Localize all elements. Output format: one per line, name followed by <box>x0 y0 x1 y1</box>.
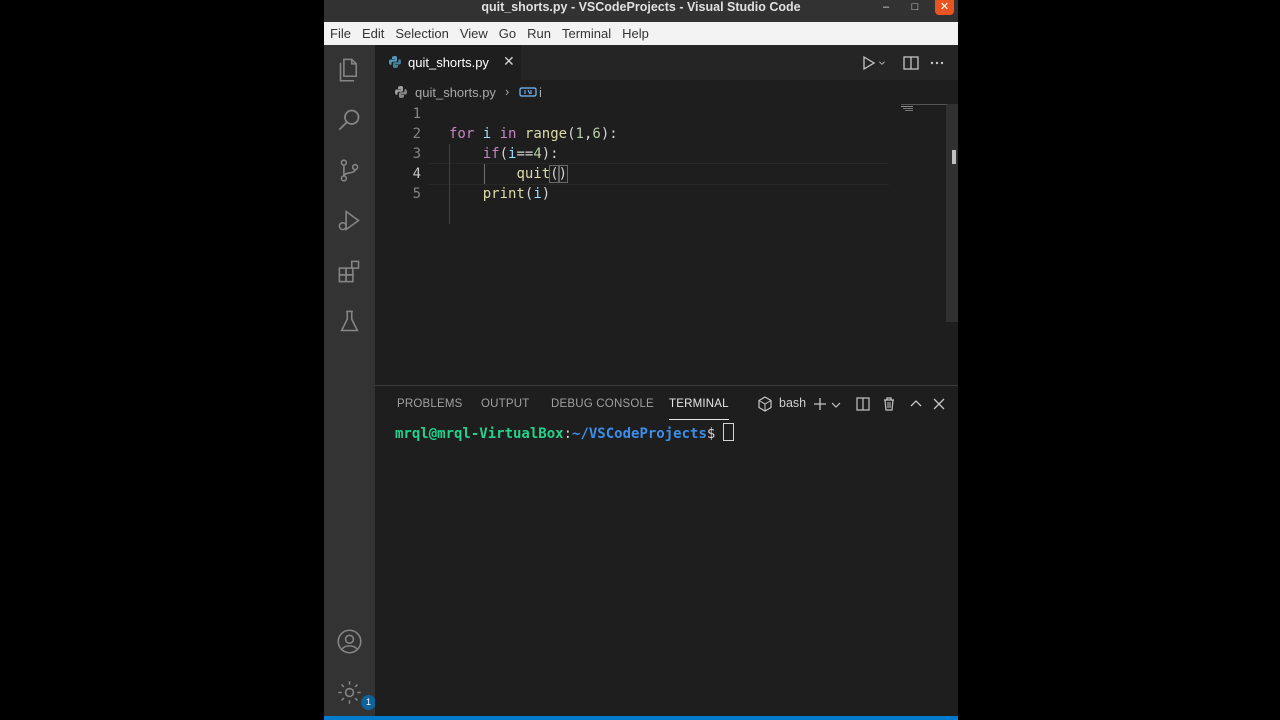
editor-tab-bar: quit_shorts.py ✕ <box>375 45 958 80</box>
matched-paren: ) <box>557 165 569 183</box>
run-debug-icon[interactable] <box>336 207 363 234</box>
maximize-panel-chevron-up-icon[interactable] <box>908 396 924 412</box>
breadcrumb-symbol[interactable]: i <box>539 85 542 100</box>
minimize-button[interactable]: – <box>875 0 897 15</box>
activity-bar: 1 <box>324 45 376 716</box>
editor-actions <box>860 54 946 72</box>
bottom-panel: PROBLEMS OUTPUT DEBUG CONSOLE TERMINAL b… <box>375 385 958 717</box>
close-window-button[interactable]: ✕ <box>935 0 954 15</box>
source-control-icon[interactable] <box>336 157 363 184</box>
terminal-path: ~/VSCodeProjects <box>572 426 707 442</box>
terminal-output[interactable]: mrql@mrql-VirtualBox:~/VSCodeProjects$ <box>395 423 735 442</box>
more-actions-icon[interactable] <box>928 54 946 72</box>
var-i: i <box>482 126 492 142</box>
status-bar <box>324 716 958 720</box>
line-number: 1 <box>412 106 421 122</box>
window-title: quit_shorts.py - VSCodeProjects - Visual… <box>481 0 801 14</box>
manage-gear-icon[interactable]: 1 <box>336 679 376 710</box>
menu-edit[interactable]: Edit <box>356 22 389 45</box>
editor-scrollbar-thumb[interactable] <box>952 150 956 164</box>
fn-range: range <box>524 126 568 142</box>
python-file-icon <box>389 56 401 68</box>
title-bar: quit_shorts.py - VSCodeProjects - Visual… <box>324 0 958 22</box>
tab-quit-shorts[interactable]: quit_shorts.py ✕ <box>375 45 521 80</box>
terminal-shell-icon <box>758 396 772 412</box>
num-6: 6 <box>592 126 601 142</box>
extensions-icon[interactable] <box>336 258 363 285</box>
menu-bar: File Edit Selection View Go Run Terminal… <box>324 22 958 45</box>
code-line-4: quit() <box>449 165 569 183</box>
fn-print: print <box>482 186 525 202</box>
code-line-2: for i in range(1,6): <box>449 126 618 142</box>
variable-symbol-icon <box>519 87 537 97</box>
kill-terminal-trash-icon[interactable] <box>881 396 897 412</box>
num-1: 1 <box>575 126 584 142</box>
vscode-window: quit_shorts.py - VSCodeProjects - Visual… <box>324 0 958 720</box>
keyword-in: in <box>499 126 517 142</box>
matched-paren: ( <box>549 165 560 183</box>
menu-help[interactable]: Help <box>616 22 654 45</box>
python-file-icon <box>395 86 407 98</box>
line-number: 5 <box>412 186 421 202</box>
var-i: i <box>533 186 542 202</box>
close-panel-icon[interactable] <box>931 396 947 412</box>
line-number-active: 4 <box>412 166 421 182</box>
account-icon[interactable] <box>336 628 363 655</box>
breadcrumb-separator: › <box>505 84 510 99</box>
keyword-if: if <box>482 146 500 162</box>
tab-debug-console[interactable]: DEBUG CONSOLE <box>551 398 654 410</box>
menu-terminal[interactable]: Terminal <box>556 22 616 45</box>
breadcrumb-file[interactable]: quit_shorts.py <box>415 85 496 100</box>
code-editor[interactable]: 1 2 3 4 5 for i in range(1,6): if(i==4):… <box>375 104 895 384</box>
maximize-button[interactable]: □ <box>904 0 926 15</box>
num-4: 4 <box>533 146 542 162</box>
menu-file[interactable]: File <box>324 22 356 45</box>
menu-go[interactable]: Go <box>493 22 521 45</box>
split-terminal-icon[interactable] <box>855 396 871 412</box>
terminal-user-host: mrql@mrql-VirtualBox <box>395 426 564 442</box>
terminal-dropdown-chevron-icon[interactable] <box>830 396 842 412</box>
run-python-file-icon[interactable] <box>860 54 878 72</box>
tab-close-icon[interactable]: ✕ <box>503 54 515 70</box>
keyword-for: for <box>449 126 475 142</box>
run-dropdown-chevron-icon[interactable] <box>878 54 890 72</box>
search-icon[interactable] <box>336 106 363 133</box>
terminal-shell-name[interactable]: bash <box>779 396 806 410</box>
notification-badge: 1 <box>361 695 376 710</box>
code-line-5: print(i) <box>482 186 551 202</box>
new-terminal-plus-icon[interactable] <box>812 396 828 412</box>
tab-terminal[interactable]: TERMINAL <box>669 398 729 420</box>
breadcrumb: quit_shorts.py › i <box>375 80 935 104</box>
terminal-cursor <box>723 423 735 441</box>
menu-view[interactable]: View <box>454 22 493 45</box>
fn-quit: quit <box>516 166 551 182</box>
menu-selection[interactable]: Selection <box>389 22 453 45</box>
tab-problems[interactable]: PROBLEMS <box>397 398 463 410</box>
tab-label: quit_shorts.py <box>408 55 489 70</box>
minimap[interactable] <box>901 104 947 114</box>
explorer-icon[interactable] <box>336 56 363 83</box>
editor-scrollbar[interactable] <box>946 104 958 322</box>
code-line-3: if(i==4): <box>482 146 559 162</box>
line-number: 3 <box>412 146 421 162</box>
line-number: 2 <box>412 126 421 142</box>
menu-run[interactable]: Run <box>521 22 556 45</box>
tab-output[interactable]: OUTPUT <box>481 398 529 410</box>
split-editor-icon[interactable] <box>902 54 920 72</box>
terminal-prompt: $ <box>706 426 716 442</box>
terminal-colon: : <box>563 426 573 442</box>
var-i: i <box>508 146 517 162</box>
testing-icon[interactable] <box>336 308 363 335</box>
